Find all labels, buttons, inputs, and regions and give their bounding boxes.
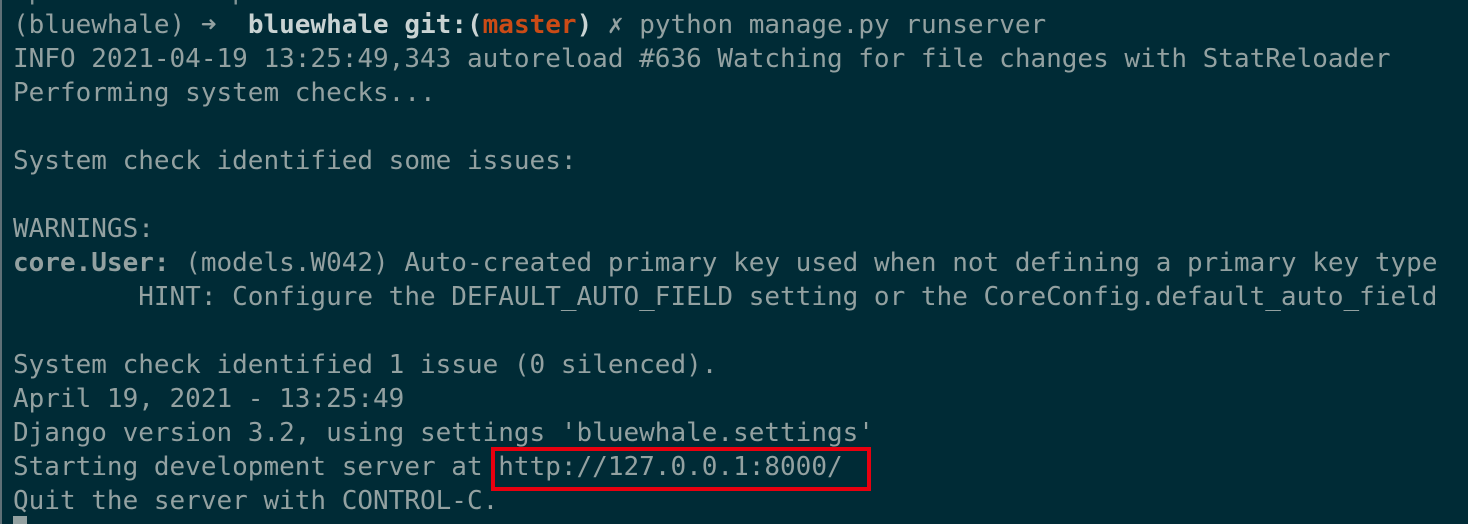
warning-message: (models.W042) Auto-created primary key u… (169, 248, 1438, 278)
server-url-link[interactable]: http://127.0.0.1:8000/ (498, 452, 842, 482)
output-line: System check identified 1 issue (0 silen… (13, 350, 718, 380)
terminal-window[interactable]: Operations to perform: ... (bluewhale) ➜… (0, 0, 1468, 524)
command-text: python manage.py runserver (639, 10, 1047, 40)
output-line: INFO 2021-04-19 13:25:49,343 autoreload … (13, 44, 1391, 74)
git-branch: master (482, 10, 577, 40)
output-line: Performing system checks... (13, 78, 436, 108)
terminal-cursor (13, 516, 27, 524)
prompt-arrow-icon: ➜ (200, 10, 217, 40)
output-line: Quit the server with CONTROL-C. (13, 486, 499, 516)
server-start-prefix: Starting development server at (13, 452, 499, 482)
shell-prompt-line: (bluewhale) ➜ bluewhale git:(master) ✗ p… (13, 8, 1046, 42)
output-line: Django version 3.2, using settings 'blue… (13, 418, 874, 448)
server-start-line: Starting development server at http://12… (13, 450, 843, 484)
partial-output-line: Operations to perform: ... (13, 0, 420, 8)
hint-line: HINT: Configure the DEFAULT_AUTO_FIELD s… (13, 282, 1438, 312)
virtualenv-name: (bluewhale) (13, 10, 186, 40)
repo-name: bluewhale (247, 10, 389, 40)
output-line: System check identified some issues: (13, 146, 577, 176)
warning-line: core.User: (models.W042) Auto-created pr… (13, 246, 1437, 280)
dirty-mark-icon: ✗ (607, 10, 624, 40)
warning-source: core.User: (13, 248, 170, 278)
output-line: April 19, 2021 - 13:25:49 (13, 384, 405, 414)
warnings-heading: WARNINGS: (13, 214, 154, 244)
git-label: git:( (404, 10, 483, 40)
git-label-close: ) (576, 10, 593, 40)
